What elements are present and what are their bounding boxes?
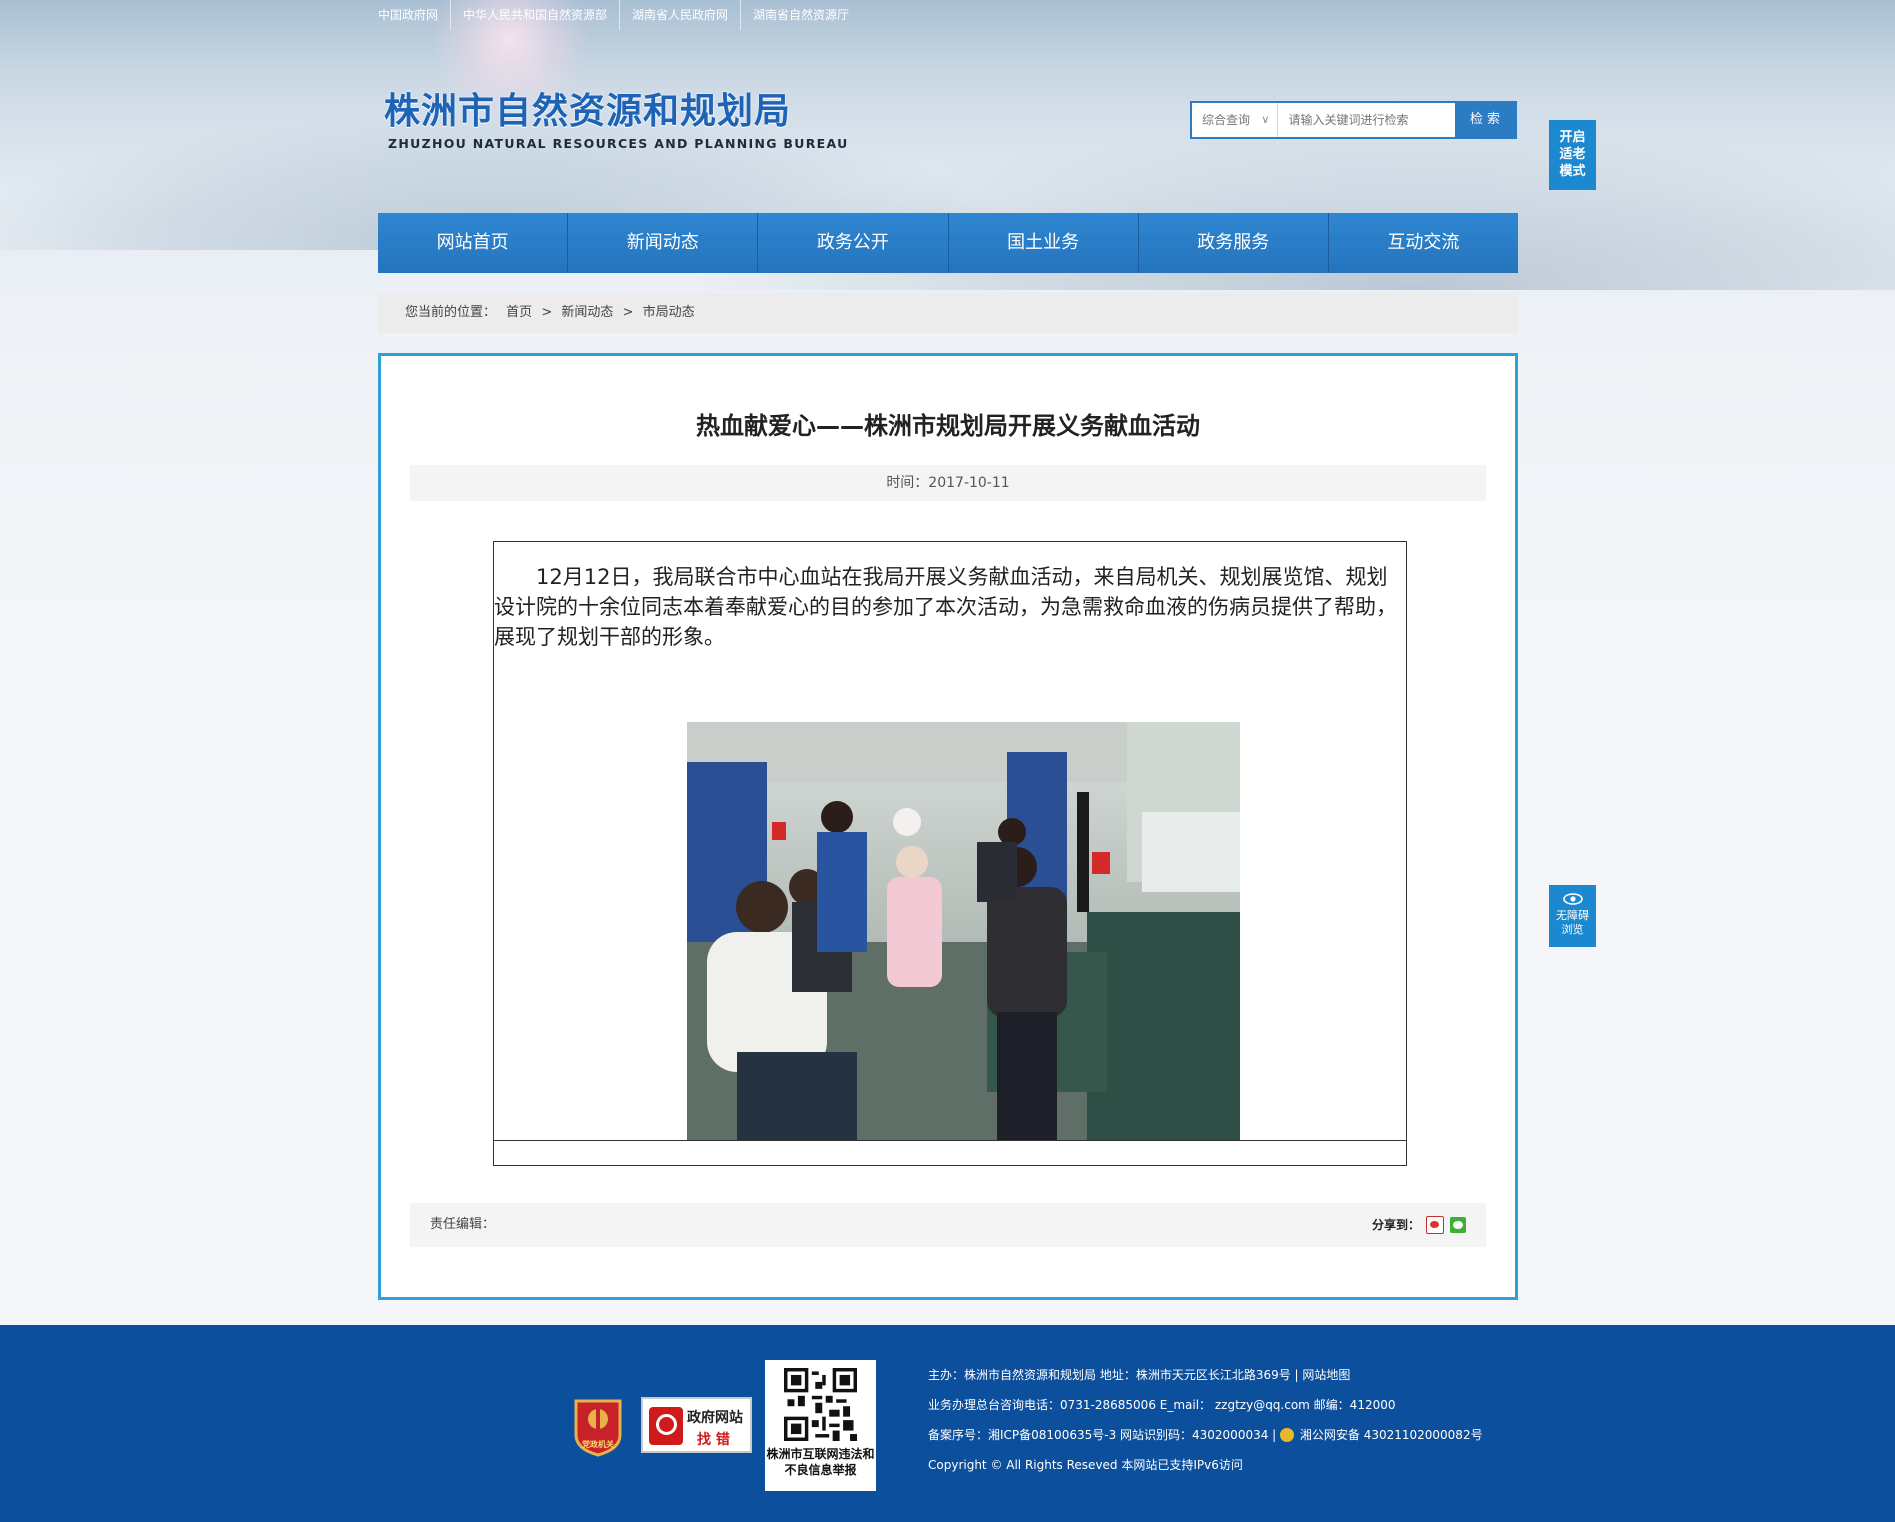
party-gov-badge-text: 党政机关 [582, 1439, 614, 1449]
gov-site-error-report[interactable]: 政府网站 找 错 [641, 1397, 752, 1453]
footer-copyright: Copyright © All Rights Reseved 本网站已支持IPv… [928, 1458, 1243, 1472]
search-scope-select[interactable]: 综合查询 ∨ [1192, 103, 1279, 137]
chevron-down-icon: ∨ [1261, 113, 1270, 126]
breadcrumb-prefix: 您当前的位置： [405, 305, 497, 320]
nav-land-business[interactable]: 国土业务 [947, 213, 1138, 273]
content-divider [494, 1140, 1406, 1141]
qr-report-block[interactable]: 株洲市互联网违法和不良信息举报 [765, 1360, 876, 1491]
nav-news[interactable]: 新闻动态 [567, 213, 757, 273]
article-panel: 热血献爱心——株洲市规划局开展义务献血活动 时间：2017-10-11 12月1… [378, 353, 1518, 1300]
magnifier-icon [649, 1407, 683, 1445]
weibo-icon[interactable] [1426, 1216, 1444, 1234]
accessibility-button[interactable]: 无障碍浏览 [1549, 885, 1596, 947]
qr-code-icon [784, 1368, 857, 1441]
nav-gov-affairs[interactable]: 政务公开 [757, 213, 947, 273]
top-links: 中国政府网 中华人民共和国自然资源部 湖南省人民政府网 湖南省自然资源厅 [378, 0, 861, 30]
editor-label: 责任编辑： [430, 1217, 496, 1232]
share-group: 分享到： [1372, 1203, 1466, 1247]
top-link-hunan-gov[interactable]: 湖南省人民政府网 [619, 0, 740, 30]
search-scope-value: 综合查询 [1202, 113, 1251, 127]
qr-caption: 株洲市互联网违法和不良信息举报 [766, 1447, 875, 1477]
share-label: 分享到： [1371, 1218, 1420, 1232]
error-report-line2: 找 错 [697, 1432, 730, 1448]
party-gov-badge[interactable]: 党政机关 [572, 1395, 624, 1457]
breadcrumb-bureau-news[interactable]: 市局动态 [643, 305, 695, 320]
breadcrumb-separator: > [541, 305, 553, 320]
top-link-gov[interactable]: 中国政府网 [378, 0, 450, 30]
footer-line-host: 主办：株洲市自然资源和规划局 地址：株洲市天元区长江北路369号 | 网站地图 [928, 1368, 1351, 1382]
article-photo [687, 722, 1240, 1140]
wechat-icon[interactable] [1450, 1217, 1466, 1233]
breadcrumb-home[interactable]: 首页 [506, 305, 532, 320]
article-title: 热血献爱心——株洲市规划局开展义务献血活动 [696, 412, 1200, 440]
search-button[interactable]: 检 索 [1454, 103, 1515, 137]
article-body: 12月12日，我局联合市中心血站在我局开展义务献血活动，来自局机关、规划展览馆、… [494, 565, 1397, 649]
nav-gov-services[interactable]: 政务服务 [1137, 213, 1328, 273]
logo-en: ZHUZHOU NATURAL RESOURCES AND PLANNING B… [388, 136, 849, 151]
top-link-hunan-nr[interactable]: 湖南省自然资源厅 [740, 0, 861, 30]
search-bar: 综合查询 ∨ 检 索 [1190, 101, 1517, 139]
error-report-line1: 政府网站 [687, 1410, 743, 1426]
main-nav: 网站首页 新闻动态 政务公开 国土业务 政务服务 互动交流 [378, 213, 1518, 273]
article-date: 时间：2017-10-11 [410, 465, 1486, 501]
article-content: 12月12日，我局联合市中心血站在我局开展义务献血活动，来自局机关、规划展览馆、… [493, 541, 1407, 1166]
nav-interaction[interactable]: 互动交流 [1327, 213, 1518, 273]
breadcrumb-news[interactable]: 新闻动态 [561, 305, 613, 320]
breadcrumb: 您当前的位置： 首页 > 新闻动态 > 市局动态 [378, 293, 1518, 333]
search-input[interactable] [1278, 103, 1455, 137]
article-footer-bar: 责任编辑： 分享到： [410, 1203, 1486, 1247]
footer-police-record[interactable]: 湘公网安备 43021102000082号 [1300, 1428, 1483, 1442]
elder-mode-button[interactable]: 开启适老模式 [1549, 120, 1596, 190]
logo-cn: 株洲市自然资源和规划局 [384, 91, 792, 132]
eye-icon [1562, 893, 1583, 905]
police-badge-icon [1280, 1428, 1295, 1442]
footer-info: 主办：株洲市自然资源和规划局 地址：株洲市天元区长江北路369号 | 网站地图 … [928, 1360, 1483, 1480]
footer-icp: 备案序号：湘ICP备08100635号-3 网站识别码：4302000034 | [928, 1428, 1277, 1442]
footer-line-record: 备案序号：湘ICP备08100635号-3 网站识别码：4302000034 |… [928, 1420, 1483, 1450]
footer-line-contact: 业务办理总台咨询电话：0731-28685006 E_mail： zzgtzy@… [928, 1398, 1396, 1412]
top-link-mnr[interactable]: 中华人民共和国自然资源部 [450, 0, 619, 30]
breadcrumb-separator: > [622, 305, 634, 320]
site-logo[interactable]: 株洲市自然资源和规划局 ZHUZHOU NATURAL RESOURCES AN… [384, 90, 849, 151]
accessibility-label: 无障碍浏览 [1556, 909, 1589, 936]
elder-mode-label: 开启适老模式 [1559, 130, 1586, 179]
nav-home[interactable]: 网站首页 [378, 213, 567, 273]
